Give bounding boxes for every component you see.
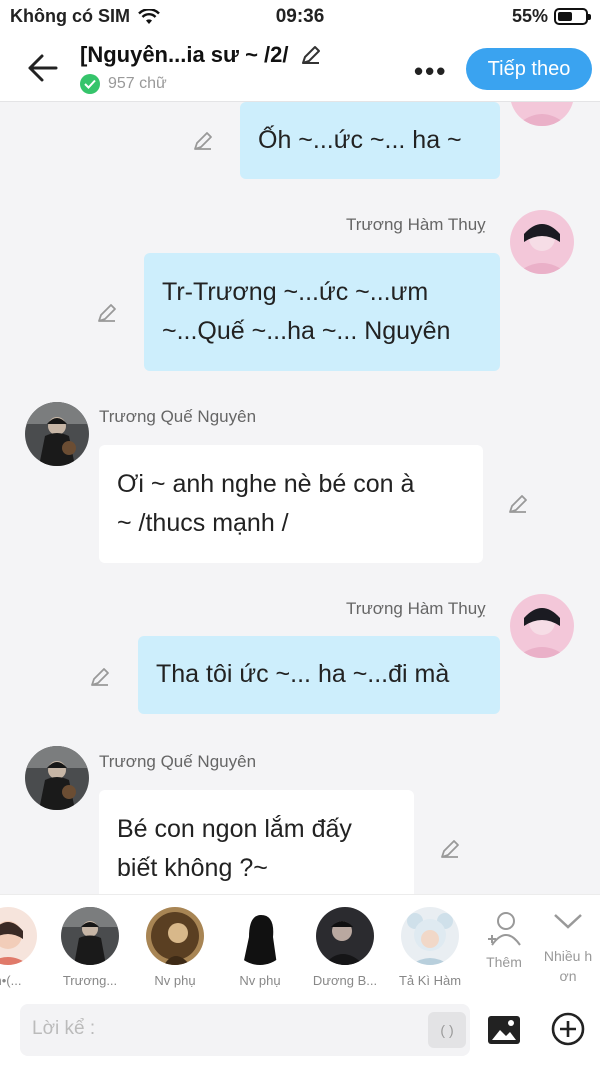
add-person-icon xyxy=(488,912,521,946)
image-icon[interactable] xyxy=(486,1012,522,1048)
edit-message-icon[interactable] xyxy=(88,665,112,689)
message-bubble[interactable]: Tr-Trương ~...ức ~...ưm ~...Quế ~...ha ~… xyxy=(144,253,500,371)
more-options-icon[interactable]: ••• xyxy=(414,56,447,87)
more-label-line2: ơn xyxy=(559,968,577,984)
story-header: [Nguyên...ia sư ~ /2/ 957 chữ ••• Tiếp t… xyxy=(0,34,600,102)
add-character-label: Thêm xyxy=(486,954,522,970)
message-bubble[interactable]: Tha tôi ức ~... ha ~...đi mà xyxy=(138,636,500,714)
back-arrow-icon[interactable] xyxy=(24,52,60,84)
character-item[interactable]: Tả Kì Hàm xyxy=(390,907,470,988)
character-bar: n•(... Trương... Nv phụ Nv phụ Dương B..… xyxy=(0,894,600,996)
character-label: Trương... xyxy=(62,973,118,988)
paren-button[interactable]: ( ) xyxy=(428,1012,466,1048)
status-bar: Không có SIM 09:36 55% xyxy=(0,0,600,34)
add-character-button[interactable]: Thêm xyxy=(480,909,528,970)
character-avatar xyxy=(0,907,37,965)
character-label: Nv phụ xyxy=(154,973,196,988)
character-item[interactable]: Dương B... xyxy=(305,907,385,988)
character-label: Dương B... xyxy=(312,973,378,988)
story-title[interactable]: [Nguyên...ia sư ~ /2/ xyxy=(80,42,323,68)
battery-percent: 55% xyxy=(511,6,548,26)
character-item[interactable]: Nv phụ xyxy=(220,907,300,988)
message-line: ~...Quế ~...ha ~... Nguyên xyxy=(162,317,451,345)
edit-message-icon[interactable] xyxy=(191,129,215,153)
character-avatar xyxy=(61,907,119,965)
speaker-name: Trương Hàm Thuỵ xyxy=(346,215,486,234)
status-battery: 55% xyxy=(511,6,591,27)
character-label: Tả Kì Hàm xyxy=(398,973,462,988)
chat-area[interactable]: Ốh ~...ức ~... ha ~ Trương Hàm Thuỵ Tr-T… xyxy=(0,102,600,894)
avatar-truong-que-nguyen[interactable] xyxy=(25,402,89,466)
character-item[interactable]: Trương... xyxy=(50,907,130,988)
composer-bar: Lời kể : ( ) xyxy=(0,996,600,1067)
message-line: Tr-Trương ~...ức ~...ưm xyxy=(162,278,429,306)
character-item[interactable]: n•(... xyxy=(0,907,48,988)
character-avatar xyxy=(231,907,289,965)
message-line: Bé con ngon lắm đấy xyxy=(117,815,352,843)
avatar-truong-ham-thuy[interactable] xyxy=(510,102,574,126)
character-label: Nv phụ xyxy=(239,973,281,988)
status-time: 09:36 xyxy=(275,6,325,27)
edit-message-icon[interactable] xyxy=(506,492,530,516)
message-bubble[interactable]: Bé con ngon lắm đấy biết không ?~ xyxy=(99,790,414,894)
message-text: Tha tôi ức ~... ha ~...đi mà xyxy=(156,660,450,688)
narration-input[interactable]: Lời kể : xyxy=(20,1004,470,1056)
speaker-name: Trương Hàm Thuỵ xyxy=(346,599,486,618)
edit-message-icon[interactable] xyxy=(438,837,462,861)
next-button[interactable]: Tiếp theo xyxy=(466,48,592,90)
message-bubble[interactable]: Ốh ~...ức ~... ha ~ xyxy=(240,102,500,179)
character-avatar xyxy=(401,907,459,965)
battery-icon xyxy=(554,8,591,25)
more-label-line1: Nhiều h xyxy=(543,948,593,964)
character-item[interactable]: Nv phụ xyxy=(135,907,215,988)
avatar-truong-ham-thuy[interactable] xyxy=(510,210,574,274)
chevron-down-icon xyxy=(554,914,582,929)
character-avatar xyxy=(146,907,204,965)
check-icon xyxy=(80,74,100,94)
avatar-truong-que-nguyen[interactable] xyxy=(25,746,89,810)
message-text: Ốh ~...ức ~... ha ~ xyxy=(258,126,462,154)
speaker-name: Trương Quế Nguyên xyxy=(99,407,257,426)
more-characters-button[interactable]: Nhiều h ơn xyxy=(536,909,600,984)
character-label: n•(... xyxy=(0,973,22,988)
message-line: Ơi ~ anh nghe nè bé con à xyxy=(117,470,415,498)
message-line: biết không ?~ xyxy=(117,854,268,882)
story-title-text: [Nguyên...ia sư ~ /2/ xyxy=(80,42,289,67)
avatar-truong-ham-thuy[interactable] xyxy=(510,594,574,658)
word-count: 957 chữ xyxy=(80,74,167,94)
word-count-label: 957 chữ xyxy=(108,75,167,92)
edit-message-icon[interactable] xyxy=(95,301,119,325)
speaker-name: Trương Quế Nguyên xyxy=(99,752,257,771)
character-avatar xyxy=(316,907,374,965)
add-icon[interactable] xyxy=(550,1011,586,1047)
edit-title-icon[interactable] xyxy=(299,43,323,67)
message-line: ~ /thucs mạnh / xyxy=(117,509,289,537)
message-bubble[interactable]: Ơi ~ anh nghe nè bé con à ~ /thucs mạnh … xyxy=(99,445,483,563)
